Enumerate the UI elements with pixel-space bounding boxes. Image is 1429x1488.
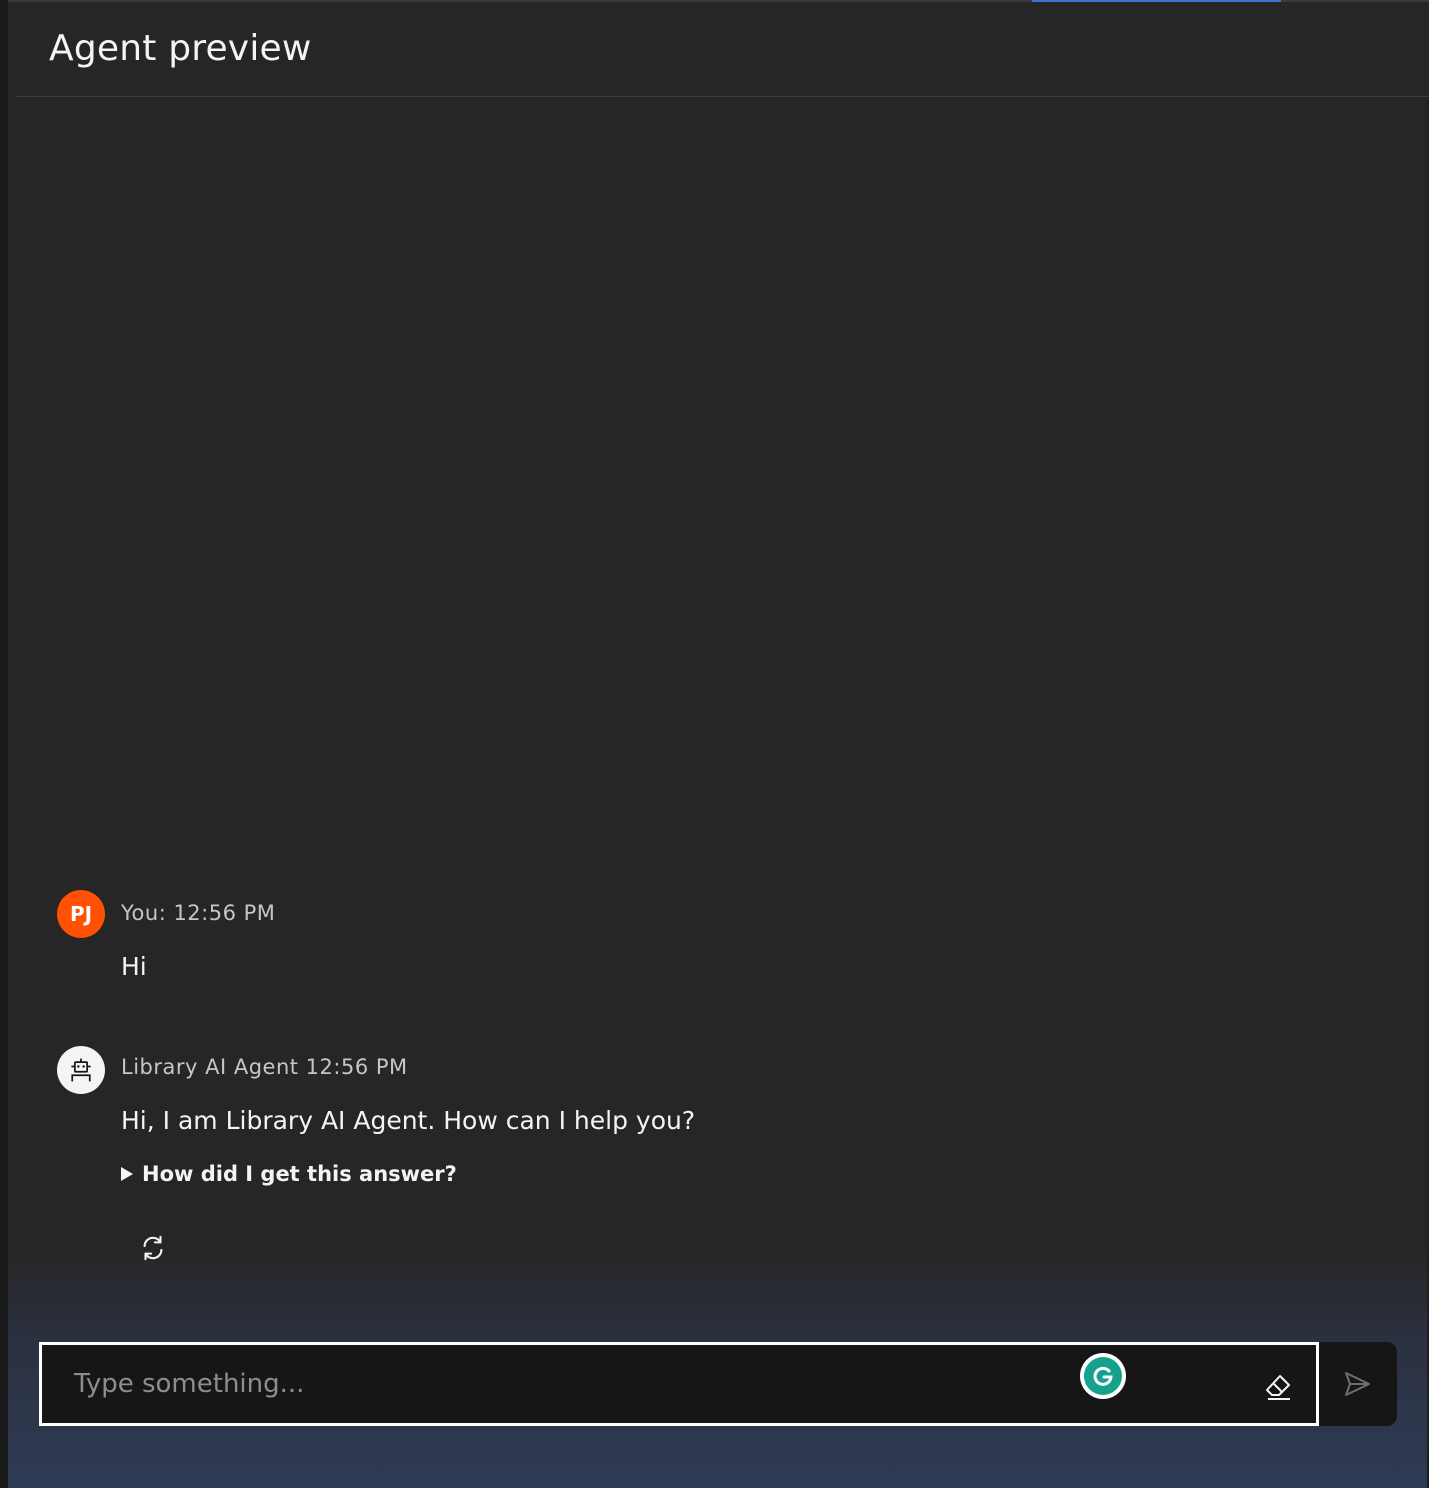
message-input-placeholder: Type something... xyxy=(74,1369,305,1399)
grammarly-badge xyxy=(1084,1357,1122,1395)
user-avatar: PJ xyxy=(57,890,105,938)
user-message-text: Hi xyxy=(121,952,147,981)
send-icon[interactable] xyxy=(1341,1368,1373,1400)
how-did-i-get-this-answer-toggle[interactable]: How did I get this answer? xyxy=(121,1162,457,1186)
agent-avatar xyxy=(57,1046,105,1094)
agent-message-meta: Library AI Agent 12:56 PM xyxy=(121,1055,408,1079)
message-input[interactable]: Type something... xyxy=(39,1342,1319,1426)
robot-icon xyxy=(71,1058,91,1082)
eraser-icon[interactable] xyxy=(1262,1371,1294,1403)
caret-right-icon xyxy=(121,1167,133,1181)
explain-label: How did I get this answer? xyxy=(142,1162,457,1186)
page-title: Agent preview xyxy=(49,28,312,69)
composer: Type something... xyxy=(39,1342,1397,1426)
user-message-meta: You: 12:56 PM xyxy=(121,901,276,925)
grammarly-glyph-icon xyxy=(1093,1366,1113,1386)
grammarly-icon[interactable] xyxy=(1080,1353,1126,1399)
panel-header: Agent preview xyxy=(16,2,1429,97)
regenerate-icon[interactable] xyxy=(138,1233,168,1263)
agent-message-text: Hi, I am Library AI Agent. How can I hel… xyxy=(121,1106,696,1135)
agent-preview-panel: Agent preview xyxy=(0,0,1429,1488)
